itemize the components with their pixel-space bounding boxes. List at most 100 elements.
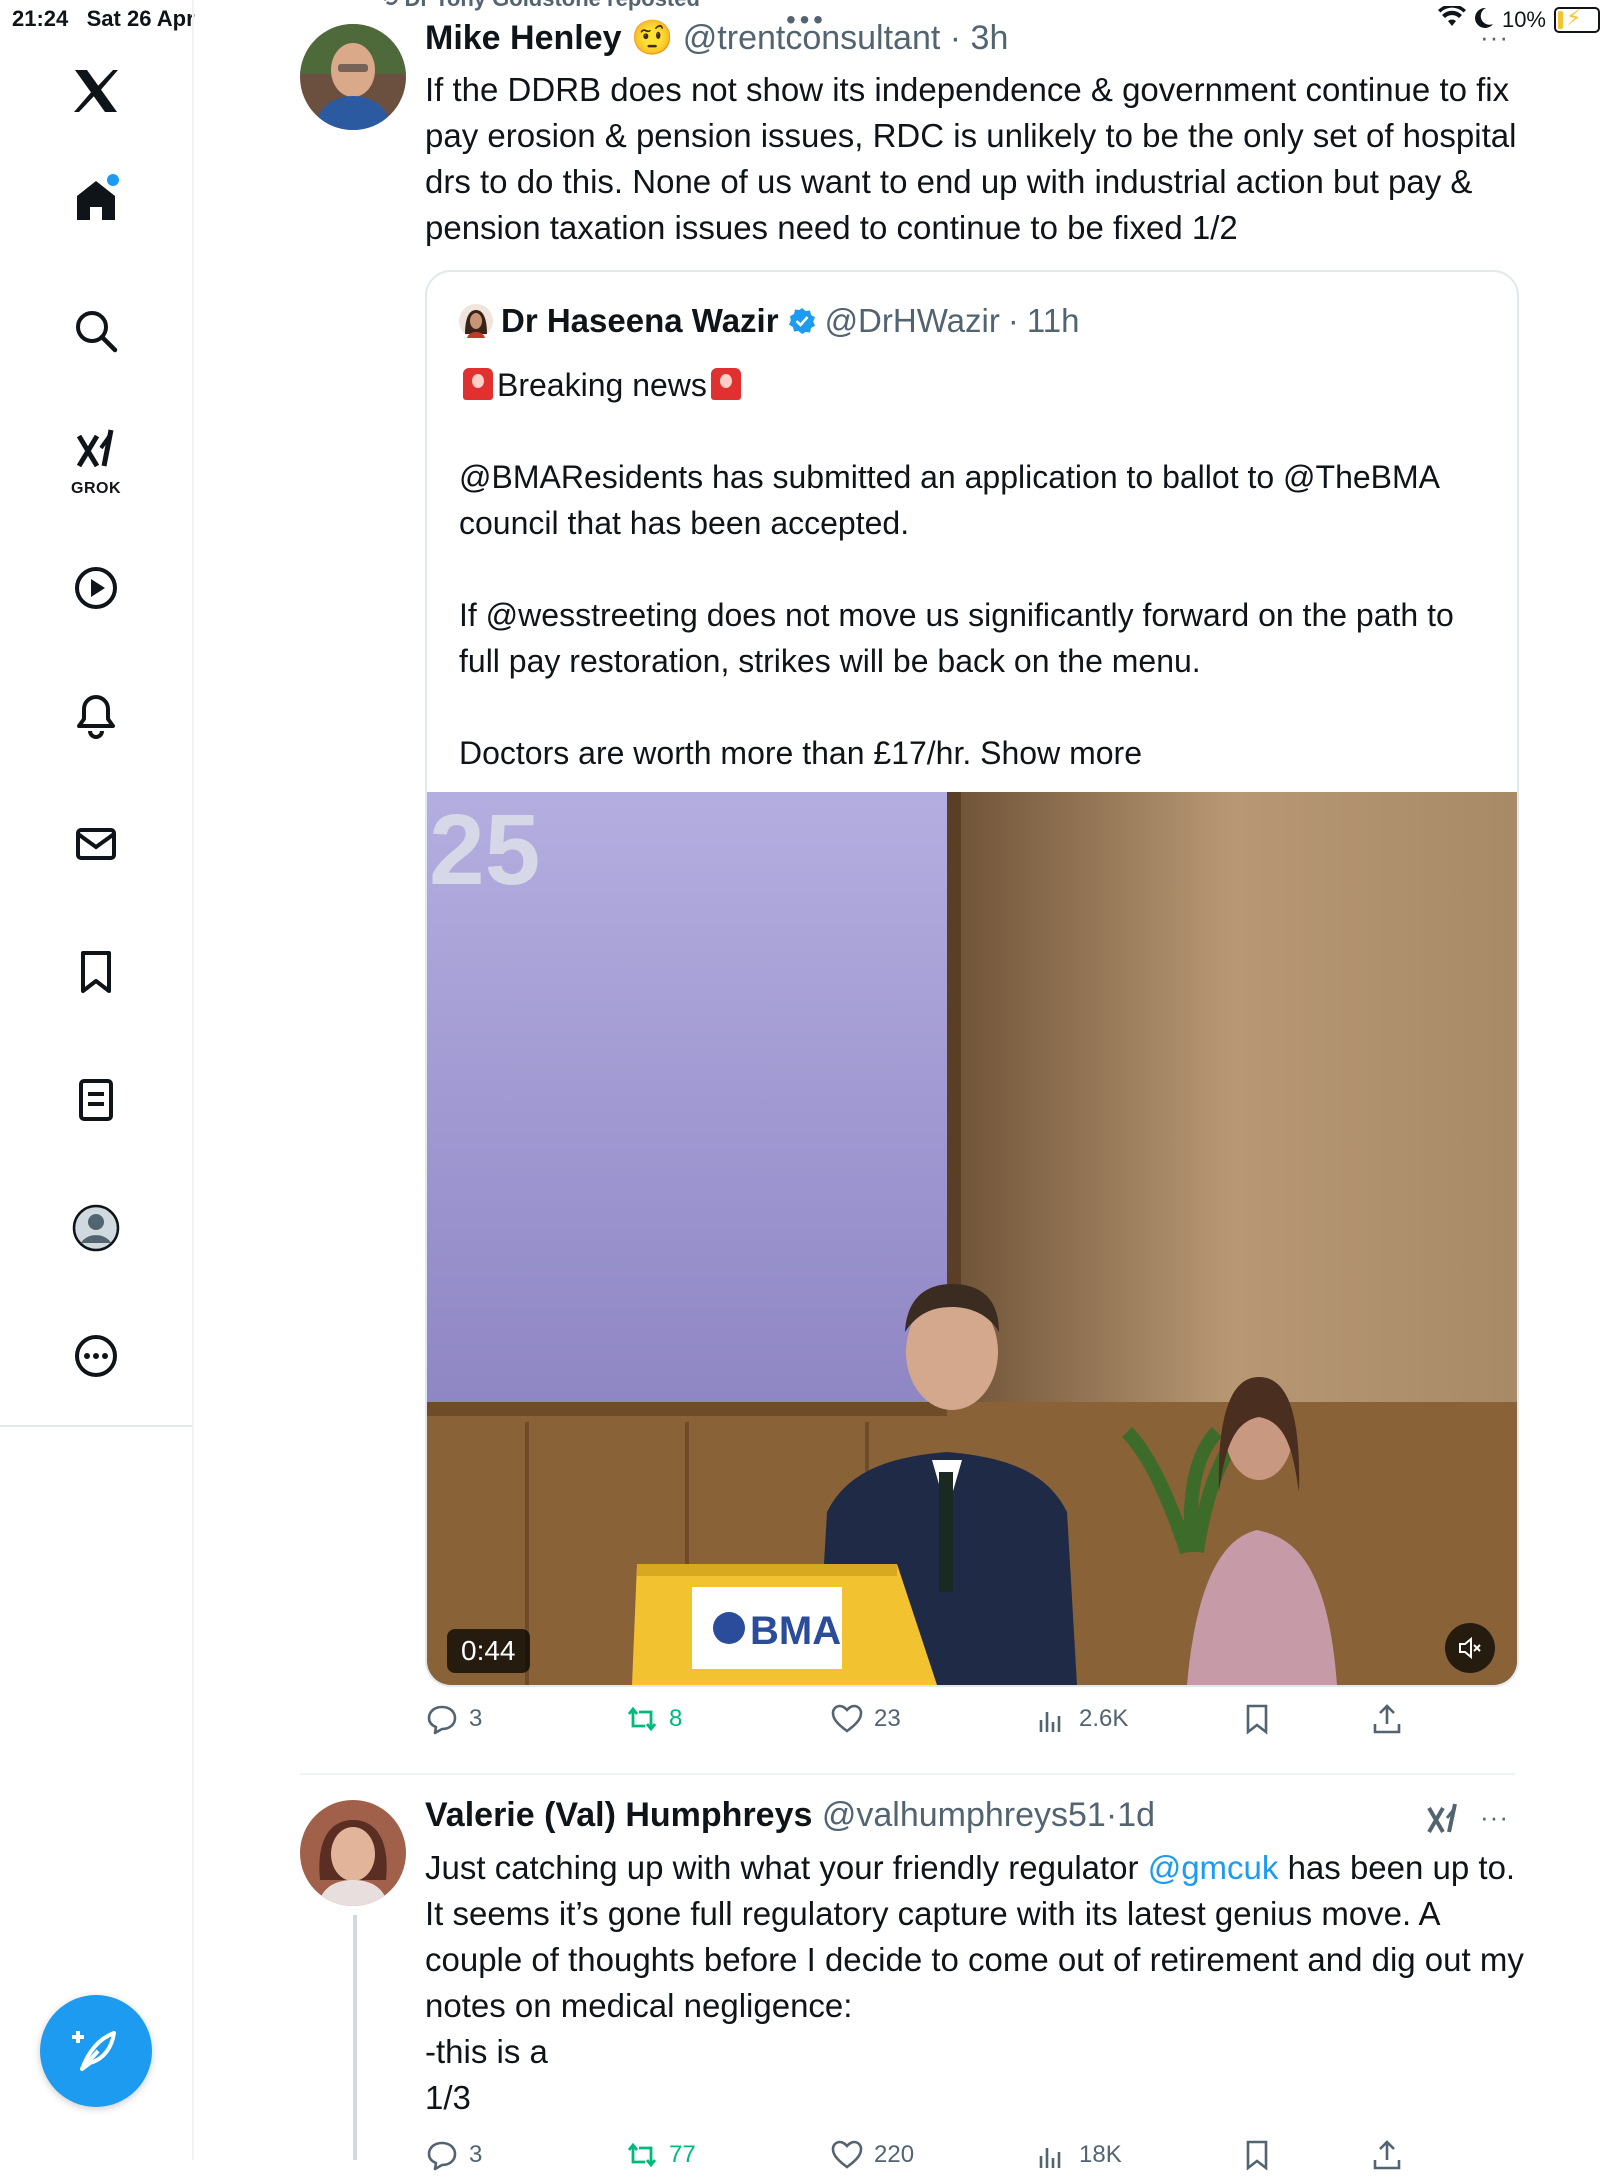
reply-button[interactable]: 3 [425,1702,482,1736]
nav-videos-icon[interactable] [55,547,137,629]
tweet-text-line: 1/3 [425,2079,471,2116]
author-emoji: 🤨 [630,19,674,57]
quote-paragraph-3: If @wesstreeting does not move us signif… [459,597,1454,679]
repost-count: 8 [669,1705,683,1732]
author-name[interactable]: Mike Henley [425,19,622,57]
meta-separator: · [940,19,971,57]
tweet-actions: 3 77 220 18K [425,2138,1435,2182]
heart-icon [831,2140,863,2169]
quote-post-time[interactable]: 11h [1027,302,1080,340]
grok-label: GROK [71,480,121,497]
more-options-icon[interactable]: ··· [1480,1802,1509,1833]
tweet-header: Valerie (Val) Humphreys @valhumphreys51·… [425,1796,1155,1835]
video-duration: 0:44 [447,1629,530,1673]
tweet-actions: 3 8 23 2.6K [425,1702,1435,1746]
video-player[interactable]: 25 BMA 0:44 [427,792,1517,1685]
post-time[interactable]: 1d [1117,1796,1155,1834]
share-button[interactable] [1370,2138,1404,2172]
show-more-link[interactable]: Show more [980,735,1142,771]
views-button[interactable]: 18K [1035,2138,1122,2172]
author-handle[interactable]: @trentconsultant [683,19,941,57]
x-logo-icon[interactable] [55,50,137,132]
views-count: 2.6K [1079,1705,1129,1732]
speaker-muted-icon [1459,1636,1481,1660]
compose-feather-icon [72,2031,116,2071]
repost-header: ⟲ Dr Tony Goldstone reposted [380,0,700,12]
tweet-text-line: -this is a [425,2033,548,2070]
thread-connector [353,1915,357,2160]
siren-emoji-icon [710,368,741,400]
share-icon [1373,1704,1401,1734]
grok-explain-icon[interactable] [1425,1800,1461,1841]
siren-emoji-icon [463,368,493,400]
more-options-icon[interactable]: ··· [1480,22,1509,53]
repost-button[interactable]: 77 [625,2138,696,2172]
heart-icon [831,1704,863,1733]
repost-icon: ⟲ [380,0,405,11]
nav-notifications-icon[interactable] [55,675,137,757]
podium-text: BMA [750,1609,841,1653]
views-count: 18K [1079,2141,1122,2168]
repost-icon [627,2142,657,2168]
views-button[interactable]: 2.6K [1035,1702,1128,1736]
reply-count: 3 [469,1705,483,1732]
share-icon [1373,2140,1401,2170]
bookmark-icon [1246,1704,1268,1735]
bookmark-button[interactable] [1240,1702,1274,1736]
nav-search-icon[interactable] [55,290,137,372]
quote-text: Breaking news @BMAResidents has submitte… [459,362,1479,822]
reply-button[interactable]: 3 [425,2138,482,2172]
quote-meta-separator: · [1007,302,1019,339]
reply-icon [427,1705,457,1735]
compose-post-button[interactable] [40,1995,152,2107]
nav-bookmarks-icon[interactable] [55,931,137,1013]
reply-icon [427,2141,457,2171]
mute-button[interactable] [1445,1623,1495,1673]
repost-icon [627,1706,657,1732]
quote-author-name[interactable]: Dr Haseena Wazir [501,302,779,340]
like-button[interactable]: 23 [830,1702,901,1736]
nav-messages-icon[interactable] [55,803,137,885]
mention-link[interactable]: @gmcuk [1148,1849,1279,1886]
nav-more-icon[interactable] [55,1315,137,1397]
slide-text: 25 [429,794,540,906]
author-name[interactable]: Valerie (Val) Humphreys [425,1796,812,1834]
bookmark-icon [1246,2140,1268,2171]
tweet-header: Mike Henley 🤨 @trentconsultant · 3h [425,18,1008,58]
views-chart-icon [1039,2148,1061,2168]
quoted-tweet[interactable]: Dr Haseena Wazir @DrHWazir · 11h Breaking … [425,270,1519,1687]
sidebar-divider [192,0,194,2160]
tweet-divider [300,1773,1515,1775]
meta-separator: · [1105,1796,1118,1834]
home-notification-dot [107,174,119,186]
like-count: 220 [874,2141,915,2168]
avatar[interactable] [300,1800,406,1906]
reply-count: 3 [469,2141,483,2168]
bookmark-button[interactable] [1240,2138,1274,2172]
quote-line-1: Breaking news [497,367,707,403]
views-chart-icon [1039,1712,1061,1732]
post-time[interactable]: 3h [971,19,1009,57]
quote-avatar[interactable] [459,304,493,338]
repost-button[interactable]: 8 [625,1702,682,1736]
like-button[interactable]: 220 [830,2138,914,2172]
share-button[interactable] [1370,1702,1404,1736]
status-indicators: 10% ⚡ [1437,4,1600,34]
avatar[interactable] [300,24,406,130]
repost-count: 77 [669,2141,696,2168]
nav-home-icon[interactable] [55,160,137,242]
quote-header: Dr Haseena Wazir @DrHWazir · 11h [459,302,1079,340]
nav-profile-icon[interactable] [55,1187,137,1269]
tweet-text: Just catching up with what your friendly… [425,1845,1525,2121]
nav-lists-icon[interactable] [55,1059,137,1141]
wifi-icon [1437,4,1466,34]
like-count: 23 [874,1705,901,1732]
tweet-text: If the DDRB does not show its independen… [425,71,1517,246]
battery-icon: ⚡ [1554,5,1600,33]
quote-paragraph-4: Doctors are worth more than £17/hr. [459,735,972,771]
tweet-text-part: Just catching up with what your friendly… [425,1849,1148,1886]
quote-author-handle[interactable]: @DrHWazir [825,302,1000,340]
video-frame: 25 BMA [427,792,1517,1685]
verified-badge-icon [788,308,815,334]
author-handle[interactable]: @valhumphreys51 [822,1796,1106,1834]
